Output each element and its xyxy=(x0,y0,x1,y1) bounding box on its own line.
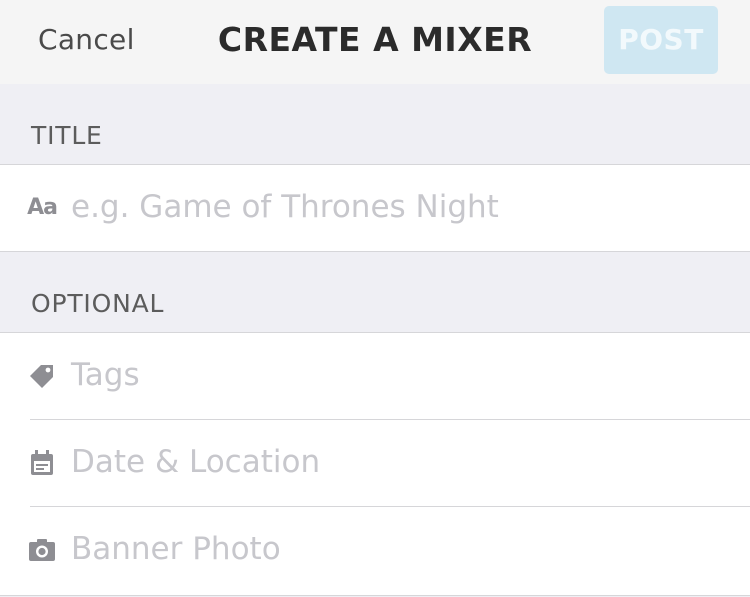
tags-row[interactable]: Tags xyxy=(0,333,750,420)
banner-photo-row[interactable]: Banner Photo xyxy=(0,507,750,594)
tag-icon xyxy=(28,362,56,390)
section-header-optional: OPTIONAL xyxy=(0,252,750,332)
optional-group: Tags Date & Location Banner Photo xyxy=(0,332,750,596)
title-group: Aa e.g. Game of Thrones Night xyxy=(0,164,750,252)
post-button[interactable]: POST xyxy=(604,6,718,74)
tags-label: Tags xyxy=(71,357,140,393)
title-input[interactable]: e.g. Game of Thrones Night xyxy=(71,187,499,227)
camera-icon xyxy=(28,536,56,564)
date-location-row[interactable]: Date & Location xyxy=(0,420,750,507)
banner-photo-label: Banner Photo xyxy=(71,531,281,567)
calendar-icon xyxy=(28,449,56,477)
title-input-row[interactable]: Aa e.g. Game of Thrones Night xyxy=(0,165,750,252)
section-header-title: TITLE xyxy=(0,84,750,164)
section-header-optional-label: OPTIONAL xyxy=(31,289,165,318)
text-format-icon: Aa xyxy=(27,195,58,220)
section-header-title-label: TITLE xyxy=(31,121,103,150)
date-location-label: Date & Location xyxy=(71,444,321,480)
nav-bar: Cancel CREATE A MIXER POST xyxy=(0,0,750,84)
